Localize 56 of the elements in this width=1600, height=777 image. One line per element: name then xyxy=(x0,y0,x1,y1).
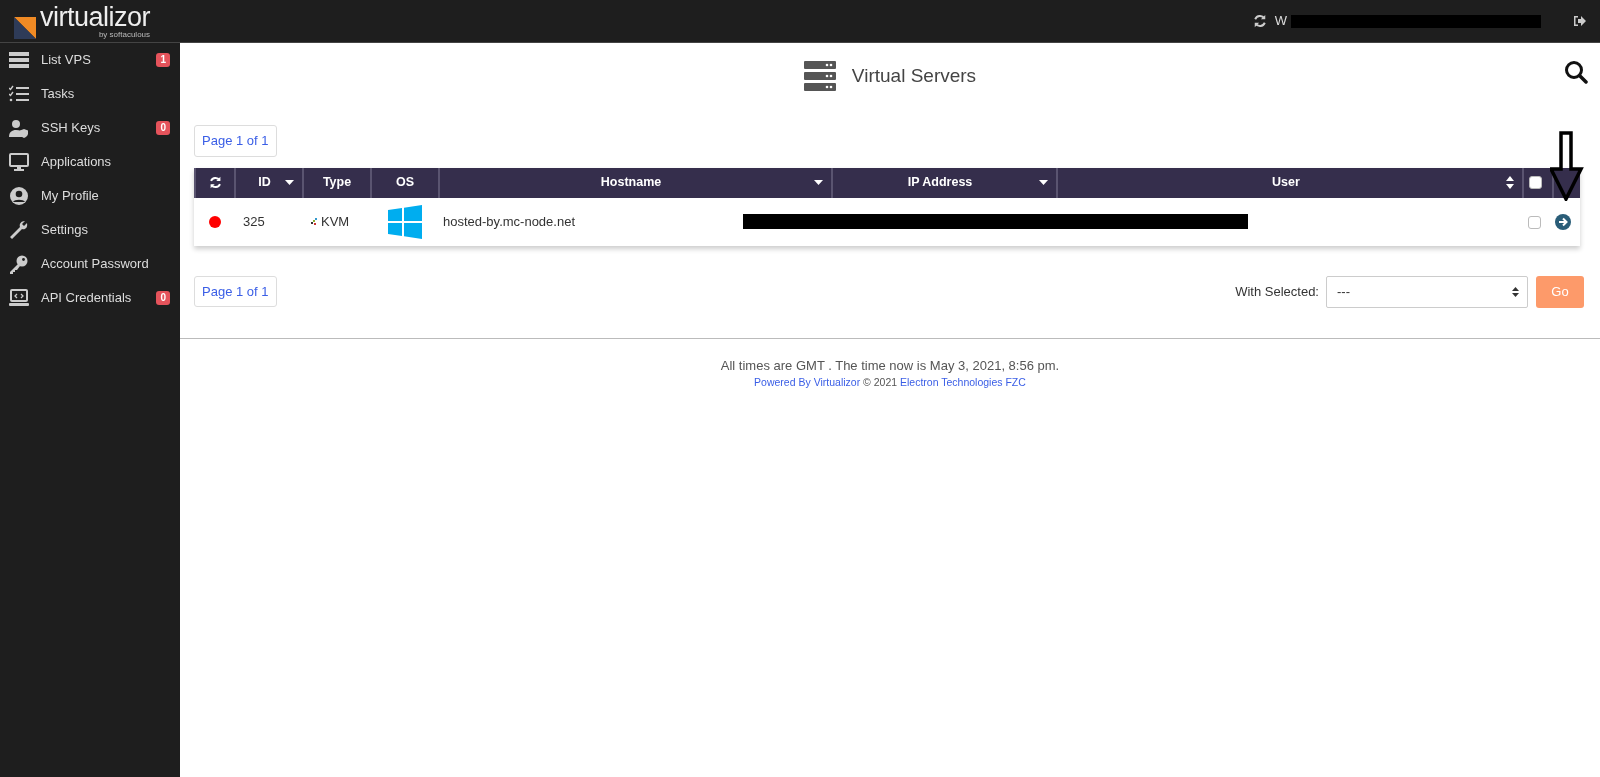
sidebar-item[interactable]: API Credentials 0 xyxy=(0,281,180,315)
servers-icon xyxy=(9,50,29,70)
column-header[interactable]: ID xyxy=(235,167,303,198)
key-icon xyxy=(9,254,29,274)
brand-tagline: by softaculous xyxy=(97,30,151,39)
refresh-icon[interactable] xyxy=(1252,14,1267,28)
footer-credit: Powered By Virtualizor © 2021 Electron Technologies FZC xyxy=(753,375,1027,390)
page-title: Virtual Servers xyxy=(851,63,977,88)
sidebar-item[interactable]: My Profile xyxy=(0,179,180,213)
brand-name: virtualizor xyxy=(40,3,151,31)
sidebar-item[interactable]: Applications xyxy=(0,145,180,179)
powered-link[interactable]: Powered By Virtualizor xyxy=(754,376,861,388)
kvm-icon xyxy=(311,216,317,226)
table-cell-text: KVM xyxy=(321,212,350,231)
laptop-code-icon xyxy=(9,288,29,308)
table-cell: 325 xyxy=(243,213,265,229)
user-shield-icon xyxy=(9,118,29,138)
pagination-label[interactable]: Page 1 of 1 xyxy=(194,275,277,308)
column-header[interactable]: Type xyxy=(303,167,371,198)
sidebar-item[interactable]: List VPS 1 xyxy=(0,43,180,77)
column-header[interactable]: User xyxy=(1057,167,1523,198)
wrench-icon xyxy=(9,220,29,240)
row-checkbox[interactable] xyxy=(1528,215,1541,229)
sidebar-item[interactable]: Settings xyxy=(0,213,180,247)
field-label: With Selected: xyxy=(1235,282,1319,301)
sort-icon[interactable] xyxy=(1506,176,1514,189)
annotation-arrow xyxy=(1550,130,1584,201)
search-icon[interactable] xyxy=(1564,60,1588,84)
logo-icon xyxy=(14,16,36,39)
user-name: W xyxy=(1274,12,1287,31)
logout-icon[interactable] xyxy=(1573,15,1586,27)
count-badge: 0 xyxy=(156,121,170,135)
select-all-checkbox[interactable] xyxy=(1529,176,1542,190)
sort-caret-icon[interactable] xyxy=(285,180,294,185)
pagination-label[interactable]: Page 1 of 1 xyxy=(194,125,277,157)
table-cell-text: hosted-by.mc-node.net xyxy=(443,212,576,231)
sort-caret-icon[interactable] xyxy=(1039,180,1048,185)
sidebar-item[interactable]: Account Password xyxy=(0,247,180,281)
time-note: All times are GMT . The time now is May 3, 2021, 8:56 pm. xyxy=(719,356,1061,375)
sidebar-item[interactable]: Tasks xyxy=(0,77,180,111)
column-header[interactable]: OS xyxy=(371,167,439,198)
user-circle-icon xyxy=(9,186,29,206)
column-header[interactable]: IP Address xyxy=(832,167,1057,198)
server-icon xyxy=(803,61,836,91)
count-badge: 0 xyxy=(156,291,170,305)
action-select[interactable]: --- xyxy=(1326,275,1528,308)
windows-icon xyxy=(388,204,422,239)
column-header[interactable]: Hostname xyxy=(439,167,832,198)
checklist-icon xyxy=(9,84,29,104)
arrow-right-icon[interactable] xyxy=(1555,214,1571,231)
sort-caret-icon[interactable] xyxy=(814,180,823,185)
select-arrows-icon xyxy=(1512,286,1519,297)
monitor-icon xyxy=(9,152,29,172)
sidebar-item[interactable]: SSH Keys 0 xyxy=(0,111,180,145)
count-badge: 1 xyxy=(156,53,170,67)
company-link[interactable]: Electron Technologies FZC xyxy=(900,376,1026,388)
